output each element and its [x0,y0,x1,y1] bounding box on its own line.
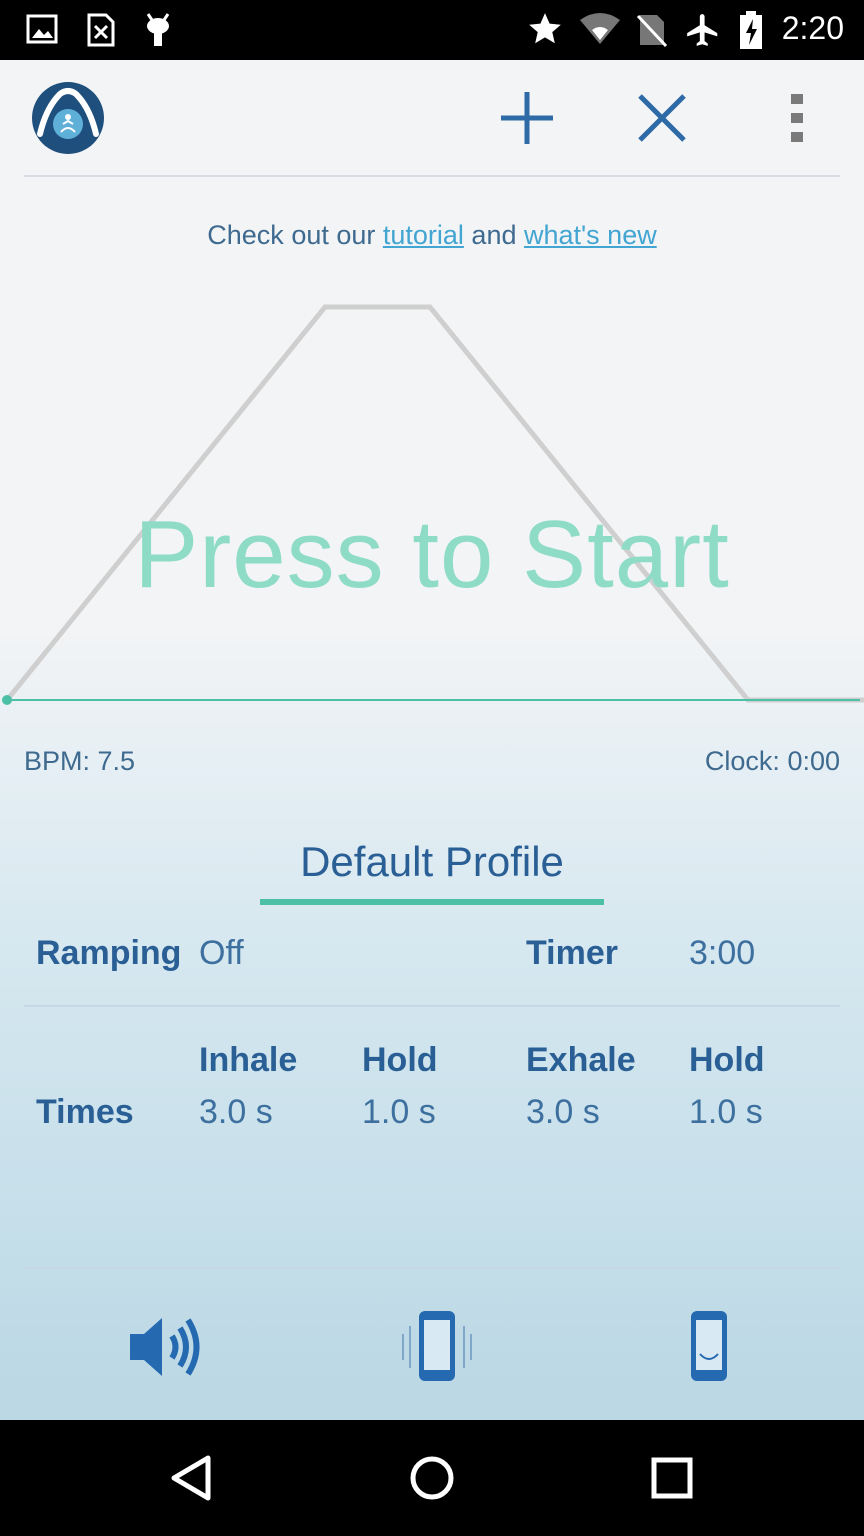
volume-icon[interactable] [122,1306,212,1386]
bpm-readout: BPM: 7.5 [24,746,136,776]
android-icon [146,13,170,46]
controls-divider [24,1267,840,1269]
back-icon[interactable] [162,1450,222,1510]
timer-value[interactable]: 3:00 [689,934,755,973]
phase-value-hold-2[interactable]: 1.0 s [689,1093,763,1132]
phone-screen-icon[interactable] [664,1306,754,1386]
profile-title[interactable]: Default Profile [260,838,604,886]
phase-value-inhale[interactable]: 3.0 s [199,1093,273,1132]
battery-charging-icon [740,11,762,49]
phase-value-exhale[interactable]: 3.0 s [526,1093,600,1132]
image-icon [26,14,58,44]
ramping-label: Ramping [36,934,182,972]
home-icon[interactable] [402,1450,462,1510]
no-sim-icon [636,14,668,48]
ramping-value[interactable]: Off [199,934,244,973]
toolbar [0,60,864,177]
sim-card-x-icon [87,13,115,47]
toolbar-divider [24,175,840,177]
phase-label-inhale: Inhale [199,1041,298,1079]
plus-icon[interactable] [497,88,557,148]
recents-icon[interactable] [642,1450,702,1510]
intro-prefix: Check out our [207,220,383,250]
status-bar: 2:20 [0,0,864,60]
progress-dot [2,695,12,705]
status-time: 2:20 [781,10,844,46]
phase-label-exhale: Exhale [526,1041,636,1079]
phase-label-hold-1: Hold [362,1041,438,1079]
press-to-start-button[interactable]: Press to Start [0,500,864,610]
navigation-bar [0,1420,864,1536]
settings-divider [24,1005,840,1007]
airplane-icon [687,14,718,46]
vibrate-icon[interactable] [392,1306,482,1386]
phase-label-hold-2: Hold [689,1041,765,1079]
wifi-icon [580,13,620,44]
meditation-logo-icon[interactable] [32,82,104,154]
app-screen: Check out our tutorial and what's new Pr… [0,60,864,1420]
tutorial-link[interactable]: tutorial [383,220,464,250]
whats-new-link[interactable]: what's new [524,220,657,250]
clock-readout: Clock: 0:00 [704,746,840,776]
profile-underline [260,899,604,905]
timer-label: Timer [526,934,618,972]
intro-text: Check out our tutorial and what's new [0,220,864,251]
stats-row: BPM: 7.5 Clock: 0:00 [24,746,840,786]
close-icon[interactable] [632,88,692,148]
intro-middle: and [463,220,524,250]
more-vert-icon[interactable] [767,88,827,148]
star-icon [529,13,561,44]
times-label: Times [36,1093,134,1131]
phase-value-hold-1[interactable]: 1.0 s [362,1093,436,1132]
